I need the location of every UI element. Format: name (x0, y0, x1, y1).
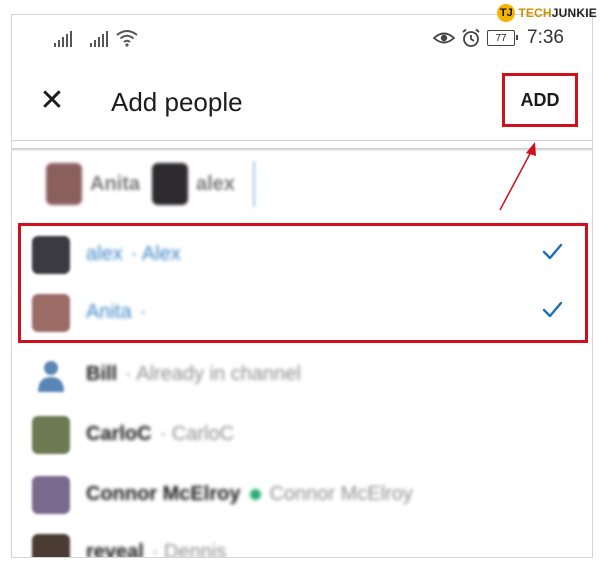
divider (12, 140, 592, 141)
member-name: Anita (86, 301, 132, 323)
battery-icon: 77 (487, 30, 519, 46)
list-item[interactable]: reveal · Dennis (12, 525, 592, 558)
clock: 7:36 (527, 27, 564, 48)
person-icon (38, 361, 64, 392)
list-item[interactable]: Connor McElroy Connor McElroy (12, 467, 592, 525)
member-subtitle: · Already in channel (125, 363, 301, 385)
list-item[interactable]: Anita · (12, 285, 592, 343)
watermark-text-a: TECH (518, 6, 552, 20)
app-header: ✕ Add people ADD (12, 73, 592, 135)
avatar (46, 163, 82, 205)
techjunkie-logo-icon: TJ (497, 4, 516, 22)
techjunkie-watermark: TJ TECHJUNKIE (497, 3, 597, 23)
member-subtitle: · (139, 301, 147, 323)
selected-chips: Anita alex (46, 161, 255, 207)
signal-icon (90, 31, 108, 47)
text-cursor (252, 161, 255, 207)
list-item[interactable]: CarloC · CarloC (12, 407, 592, 465)
list-item[interactable]: alex · Alex (12, 227, 592, 285)
wifi-icon (116, 30, 138, 47)
phone-screen: 77 7:36 ✕ Add people ADD Anita alex alex… (11, 14, 593, 558)
avatar (32, 534, 70, 557)
avatar (32, 236, 70, 274)
online-status-dot (250, 489, 262, 501)
add-button[interactable]: ADD (502, 73, 578, 127)
avatar (32, 356, 70, 394)
member-subtitle: Connor McElroy (269, 483, 413, 505)
member-subtitle: · CarloC (159, 423, 235, 445)
watermark-text-b: JUNKIE (551, 6, 597, 20)
close-icon[interactable]: ✕ (38, 86, 66, 116)
chip-label: Anita (90, 172, 140, 195)
member-subtitle: · Dennis (151, 541, 227, 558)
chip-anita[interactable]: Anita (46, 163, 140, 205)
signal-icon (54, 31, 72, 47)
member-subtitle: · Alex (130, 243, 181, 265)
avatar (32, 294, 70, 332)
member-name: reveal (86, 541, 144, 558)
status-bar: 77 7:36 (12, 25, 592, 55)
avatar (32, 476, 70, 514)
list-item[interactable]: Bill · Already in channel (12, 347, 592, 405)
member-name: CarloC (86, 423, 152, 445)
chip-alex[interactable]: alex (152, 163, 235, 205)
avatar (32, 416, 70, 454)
avatar (152, 163, 188, 205)
checkmark-icon (542, 301, 563, 318)
header-shadow (12, 148, 592, 151)
eye-icon (433, 32, 456, 44)
member-name: alex (86, 243, 123, 265)
alarm-icon (462, 28, 480, 47)
checkmark-icon (542, 243, 563, 260)
chip-label: alex (196, 172, 235, 195)
member-name: Bill (86, 363, 118, 385)
page-title: Add people (111, 87, 243, 117)
member-name: Connor McElroy (86, 483, 241, 505)
